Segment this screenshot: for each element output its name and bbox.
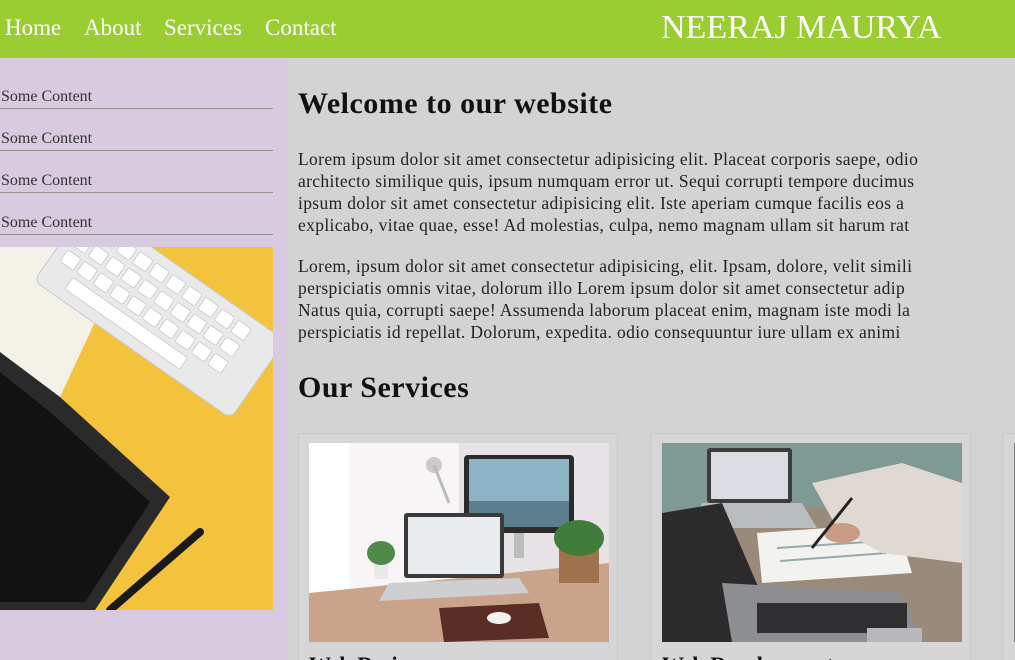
paragraph-line: perspiciatis id repellat. Dolorum, exped… [298,322,901,342]
nav-services-link[interactable]: Services [164,14,242,42]
sidebar-item-label: Some Content [1,88,93,105]
sidebar-item[interactable]: Some Content [0,110,273,151]
nav-home-link[interactable]: Home [5,14,61,42]
brand-name: NEERAJ MAURYA [661,9,942,46]
service-card-partial[interactable] [1003,433,1015,660]
sidebar-item[interactable]: Some Content [0,152,273,193]
paragraph-line: architecto similique quis, ipsum numquam… [298,171,915,191]
sidebar-item-label: Some Content [1,130,93,147]
meeting-laptop-image [662,443,962,642]
workspace-image [309,443,609,642]
sidebar-item[interactable]: Some Content [0,194,273,235]
card-title: Web Design [309,652,421,660]
main-content: Welcome to our website Lorem ipsum dolor… [288,58,1015,660]
welcome-heading: Welcome to our website [298,87,613,120]
service-card-web-development[interactable]: Web Development [651,433,971,660]
paragraph-line: ipsum dolor sit amet consectetur adipisi… [298,193,905,213]
card-title: Web Development [662,652,834,660]
sidebar-desk-image [0,247,273,610]
service-card-web-design[interactable]: Web Design [298,433,618,660]
top-navbar: Home About Services Contact NEERAJ MAURY… [0,0,1015,58]
nav-contact-link[interactable]: Contact [265,14,337,42]
paragraph-line: perspiciatis omnis vitae, dolorum illo L… [298,278,906,298]
paragraph-line: Natus quia, corrupti saepe! Assumenda la… [298,300,911,320]
intro-paragraph: Lorem ipsum dolor sit amet consectetur a… [298,148,1015,236]
paragraph-line: Lorem ipsum dolor sit amet consectetur a… [298,149,919,169]
paragraph-line: explicabo, vitae quae, esse! Ad molestia… [298,215,910,235]
second-paragraph: Lorem, ipsum dolor sit amet consectetur … [298,255,1015,343]
sidebar: Some Content Some Content Some Content S… [0,58,288,660]
paragraph-line: Lorem, ipsum dolor sit amet consectetur … [298,256,913,276]
sidebar-item[interactable]: Some Content [0,68,273,109]
services-heading: Our Services [298,371,470,404]
sidebar-item-label: Some Content [1,172,93,189]
nav-about-link[interactable]: About [84,14,142,42]
sidebar-item-label: Some Content [1,214,93,231]
